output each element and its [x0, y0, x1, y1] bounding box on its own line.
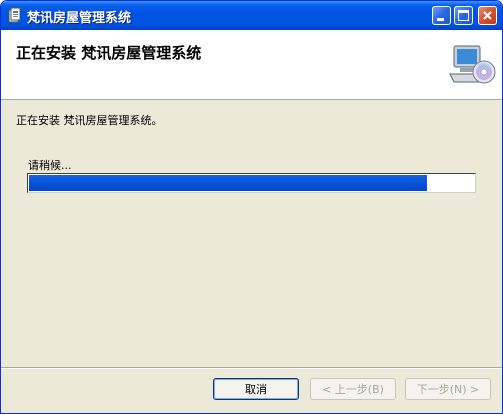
- next-button[interactable]: 下一步(N) >: [405, 378, 491, 400]
- please-wait-label: 请稍候...: [28, 159, 72, 172]
- back-button[interactable]: < 上一步(B): [310, 378, 396, 400]
- maximize-button[interactable]: [454, 6, 473, 25]
- footer-divider: [1, 367, 502, 369]
- progress-fill: [29, 175, 427, 191]
- close-icon: [483, 11, 492, 20]
- header-banner: 正在安装 梵讯房屋管理系统: [1, 30, 502, 100]
- computer-cd-icon: [449, 45, 496, 84]
- window-title: 梵讯房屋管理系统: [27, 11, 132, 26]
- installer-app-icon: [8, 7, 21, 23]
- title-bar[interactable]: 梵讯房屋管理系统: [1, 1, 502, 30]
- install-progress-bar: [27, 173, 476, 193]
- installer-window: 梵讯房屋管理系统 正在安装 梵讯房屋管理系统 正在安装 梵讯房屋管理系统。 请稍…: [0, 0, 503, 414]
- install-status-text: 正在安装 梵讯房屋管理系统。: [16, 114, 163, 127]
- maximize-icon: [458, 10, 469, 21]
- minimize-button[interactable]: [432, 6, 451, 25]
- minimize-icon: [437, 18, 444, 21]
- page-title: 正在安装 梵讯房屋管理系统: [16, 44, 202, 62]
- cancel-button[interactable]: 取消: [213, 378, 299, 400]
- close-button[interactable]: [478, 6, 497, 25]
